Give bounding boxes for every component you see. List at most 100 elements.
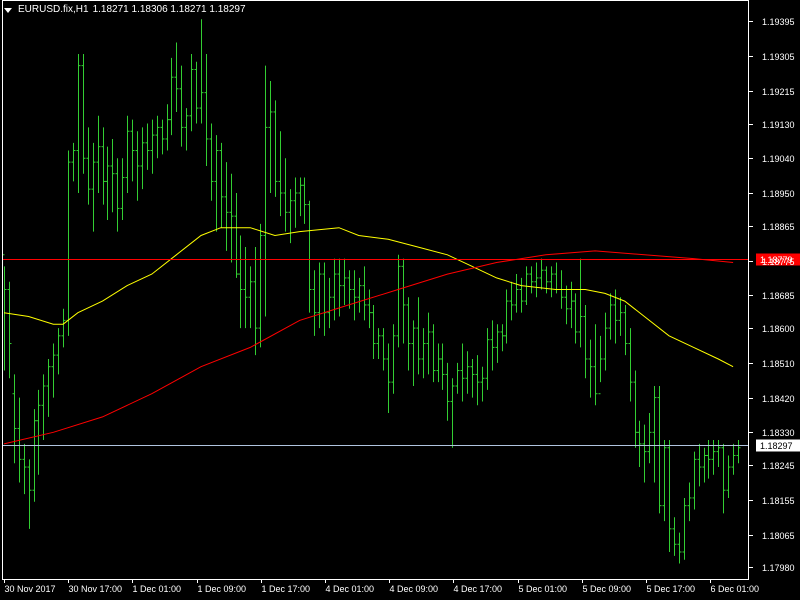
ohlc-bar <box>406 297 411 371</box>
ohlc-bar <box>22 443 27 495</box>
ohlc-bar <box>573 293 578 344</box>
ohlc-bar <box>401 258 406 344</box>
chart-window[interactable]: EURUSD.fix,H1 1.18271 1.18306 1.18271 1.… <box>0 0 800 600</box>
ohlc-bar <box>91 142 96 232</box>
ohlc-bar <box>362 266 367 321</box>
ohlc-bar <box>529 266 534 294</box>
ohlc-bar <box>41 374 46 441</box>
ohlc-bar <box>61 308 66 348</box>
ohlc-bar <box>71 142 76 182</box>
ohlc-bar <box>396 254 401 348</box>
ohlc-bar <box>667 440 672 552</box>
ohlc-bar <box>721 443 726 514</box>
time-axis: 30 Nov 2017 30 Nov 17:00 1 Dec 01:00 1 Dec … <box>4 579 759 594</box>
time-tick-label: 5 Dec 01:00 <box>519 584 568 594</box>
ohlc-bar <box>647 413 652 464</box>
ohlc-bar <box>416 297 421 375</box>
time-tick-label: 30 Nov 17:00 <box>69 584 123 594</box>
ohlc-bar <box>391 324 396 394</box>
ohlc-bar <box>672 517 677 556</box>
ohlc-bar <box>603 312 608 371</box>
ohlc-bar <box>736 440 741 464</box>
time-tick-label: 4 Dec 09:00 <box>390 584 439 594</box>
ohlc-bar <box>155 115 160 159</box>
ohlc-bar <box>214 135 219 232</box>
price-chart[interactable]: 1.187791.18297 1.193951.193051.192151.19… <box>0 0 800 600</box>
ohlc-bar <box>637 420 642 468</box>
ohlc-bar <box>687 482 692 522</box>
ohlc-bar <box>514 274 519 313</box>
ohlc-bar <box>32 409 37 502</box>
ohlc-bar <box>135 131 140 201</box>
ohlc-bar <box>554 262 559 294</box>
ohlc-bar <box>347 270 352 309</box>
ohlc-bar <box>263 65 268 317</box>
ohlc-bar <box>253 247 258 356</box>
ohlc-bar <box>588 339 593 398</box>
ohlc-bar <box>204 54 209 166</box>
price-tick-label: 1.19130 <box>762 120 795 130</box>
ohlc-bar <box>179 65 184 147</box>
ohlc-bar <box>371 304 376 359</box>
ohlc-bar <box>628 328 633 402</box>
ohlc-bar <box>150 119 155 174</box>
ohlc-bar <box>258 223 263 348</box>
price-tick-label: 1.18775 <box>762 257 795 267</box>
ohlc-bar <box>76 54 81 193</box>
plot-border <box>2 0 749 580</box>
ohlc-bar <box>460 343 465 402</box>
ohlc-bar <box>234 193 239 278</box>
ohlc-bar <box>426 312 431 375</box>
ohlc-bar <box>485 328 490 390</box>
ohlc-bar <box>184 108 189 151</box>
ohlc-bar <box>623 304 628 356</box>
time-tick-label: 1 Dec 17:00 <box>262 584 311 594</box>
ohlc-bar <box>302 177 307 224</box>
price-tick-label: 1.18065 <box>762 531 795 541</box>
price-tick-label: 1.19215 <box>762 87 795 97</box>
price-tick-label: 1.18245 <box>762 461 795 471</box>
ohlc-bar <box>445 362 450 421</box>
time-tick-label: 4 Dec 01:00 <box>326 584 375 594</box>
ohlc-bar <box>248 266 253 329</box>
ohlc-bar <box>273 100 278 197</box>
ohlc-bar <box>509 281 514 321</box>
ohlc-bar <box>342 258 347 305</box>
ohlc-bar <box>268 81 273 193</box>
ohlc-bar <box>386 343 391 414</box>
ohlc-bar <box>312 270 317 336</box>
ohlc-bar <box>578 258 583 348</box>
ohlc-bar <box>327 277 332 329</box>
price-tick-label: 1.17980 <box>762 563 795 573</box>
ohlc-bar <box>450 378 455 448</box>
ohlc-bar <box>174 42 179 112</box>
ohlc-bar <box>130 119 135 182</box>
ohlc-bar <box>702 447 707 483</box>
ohlc-bar <box>165 104 170 151</box>
ohlc-bar <box>598 335 603 395</box>
ohlc-bar <box>352 270 357 321</box>
ohlc-bar <box>716 440 721 468</box>
time-tick-label: 5 Dec 09:00 <box>583 584 632 594</box>
price-tick-label: 1.19395 <box>762 17 795 27</box>
moving-averages-group <box>3 227 734 445</box>
ohlc-bar <box>7 281 12 379</box>
time-tick-label: 5 Dec 17:00 <box>647 584 696 594</box>
ohlc-bar <box>86 127 91 205</box>
ohlc-bar <box>120 158 125 221</box>
ohlc-bar <box>421 328 426 379</box>
ohlc-bar <box>194 61 199 124</box>
ohlc-bar <box>169 57 174 136</box>
ohlc-bar <box>145 123 150 170</box>
ohlc-bar <box>105 146 110 221</box>
ohlc-bar <box>140 127 145 190</box>
ohlc-bar <box>66 150 71 336</box>
ohlc-bar <box>504 289 509 344</box>
ohlc-bar <box>642 424 647 483</box>
ohlc-bar <box>381 328 386 371</box>
time-tick-label: 4 Dec 17:00 <box>454 584 503 594</box>
ohlc-bar <box>317 262 322 329</box>
ohlc-bar <box>307 200 312 313</box>
price-axis: 1.19395 1.19305 1.19215 1.19130 1.19040 1.189… <box>748 17 795 573</box>
horizontal-lines-group: 1.187791.18297 <box>2 253 800 452</box>
